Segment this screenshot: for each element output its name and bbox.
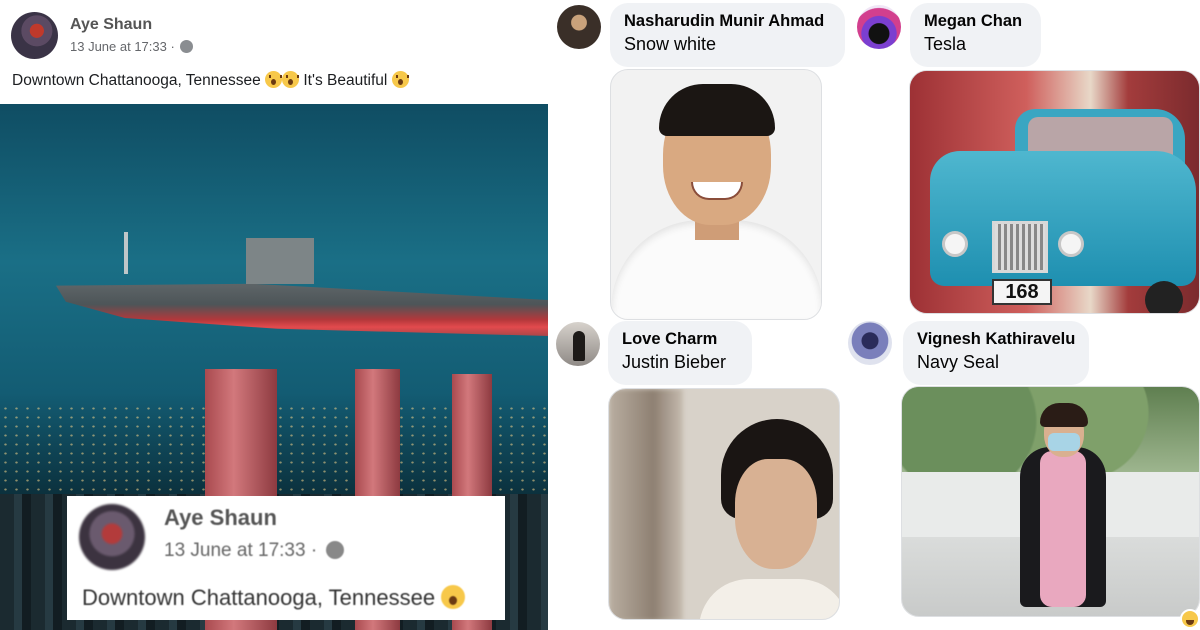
astonished-emoji-icon (282, 71, 300, 88)
commenter-name[interactable]: Nasharudin Munir Ahmad (624, 12, 831, 31)
comment-photo[interactable] (610, 69, 822, 320)
photo-shirt (699, 579, 839, 619)
photo-blur-profile (609, 389, 683, 619)
commenter-name[interactable]: Megan Chan (924, 12, 1027, 31)
commenter-avatar[interactable] (857, 5, 901, 49)
deck-building (246, 238, 314, 284)
comment-bubble: Love Charm Justin Bieber (608, 321, 752, 385)
zoomed-post-text: Downtown Chattanooga, Tennessee (82, 585, 466, 611)
comment-photo[interactable] (608, 388, 840, 620)
commenter-avatar[interactable] (556, 322, 600, 366)
author-name[interactable]: Aye Shaun (70, 16, 152, 34)
zoomed-timestamp: 13 June at 17:33 · (164, 540, 345, 562)
comment-text: Justin Bieber (622, 352, 727, 372)
comment-text: Navy Seal (917, 352, 1000, 372)
comment-photo[interactable] (901, 386, 1200, 617)
post-text-suffix: It's Beautiful (303, 72, 388, 89)
zoomed-post-header: Aye Shaun 13 June at 17:33 · Downtown Ch… (67, 496, 505, 620)
comment-text: Snow white (624, 34, 717, 54)
commenter-avatar[interactable] (848, 321, 892, 365)
commenter-name[interactable]: Love Charm (622, 330, 738, 349)
zoomed-timestamp-text: 13 June at 17:33 · (164, 540, 318, 561)
comment-bubble: Megan Chan Tesla (910, 3, 1041, 67)
car-headlight (1058, 231, 1084, 257)
comment-photo[interactable]: 168 (909, 70, 1200, 314)
photo-face (735, 459, 817, 569)
haha-reaction-icon[interactable] (1180, 609, 1200, 629)
photo-mask (1048, 433, 1080, 451)
deck-mast (124, 232, 128, 274)
zoomed-author-avatar (79, 504, 145, 570)
photo-hair (1040, 403, 1088, 427)
author-avatar[interactable] (11, 12, 58, 59)
globe-icon (180, 40, 194, 53)
commenter-name[interactable]: Vignesh Kathiravelu (917, 330, 1075, 349)
post-timestamp[interactable]: 13 June at 17:33 · (70, 39, 194, 54)
car-body (930, 151, 1196, 286)
astonished-emoji-icon (391, 71, 409, 88)
car-plate: 168 (992, 279, 1052, 305)
astonished-emoji-icon (265, 71, 283, 88)
astonished-emoji-icon (441, 585, 466, 609)
post-photo[interactable]: Aye Shaun 13 June at 17:33 · Downtown Ch… (0, 104, 548, 630)
globe-icon (326, 541, 345, 559)
post-text-main: Downtown Chattanooga, Tennessee (12, 72, 261, 89)
car-headlight (942, 231, 968, 257)
post-header: Aye Shaun 13 June at 17:33 · Downtown Ch… (0, 0, 548, 104)
post-text: Downtown Chattanooga, Tennessee It's Bea… (12, 71, 409, 90)
car-grille (992, 221, 1048, 273)
comment-bubble: Nasharudin Munir Ahmad Snow white (610, 3, 845, 67)
comment-bubble: Vignesh Kathiravelu Navy Seal (903, 321, 1089, 385)
car-wheel (1145, 281, 1183, 313)
commenter-avatar[interactable] (557, 5, 601, 49)
silhouette (573, 331, 585, 361)
zoomed-author-name: Aye Shaun (164, 505, 277, 530)
timestamp-text[interactable]: 13 June at 17:33 · (70, 39, 175, 54)
photo-hair (659, 84, 775, 136)
facebook-post: Aye Shaun 13 June at 17:33 · Downtown Ch… (0, 0, 548, 630)
comment-text: Tesla (924, 34, 967, 54)
photo-shirt (1040, 451, 1086, 607)
zoomed-post-text-main: Downtown Chattanooga, Tennessee (82, 585, 436, 610)
